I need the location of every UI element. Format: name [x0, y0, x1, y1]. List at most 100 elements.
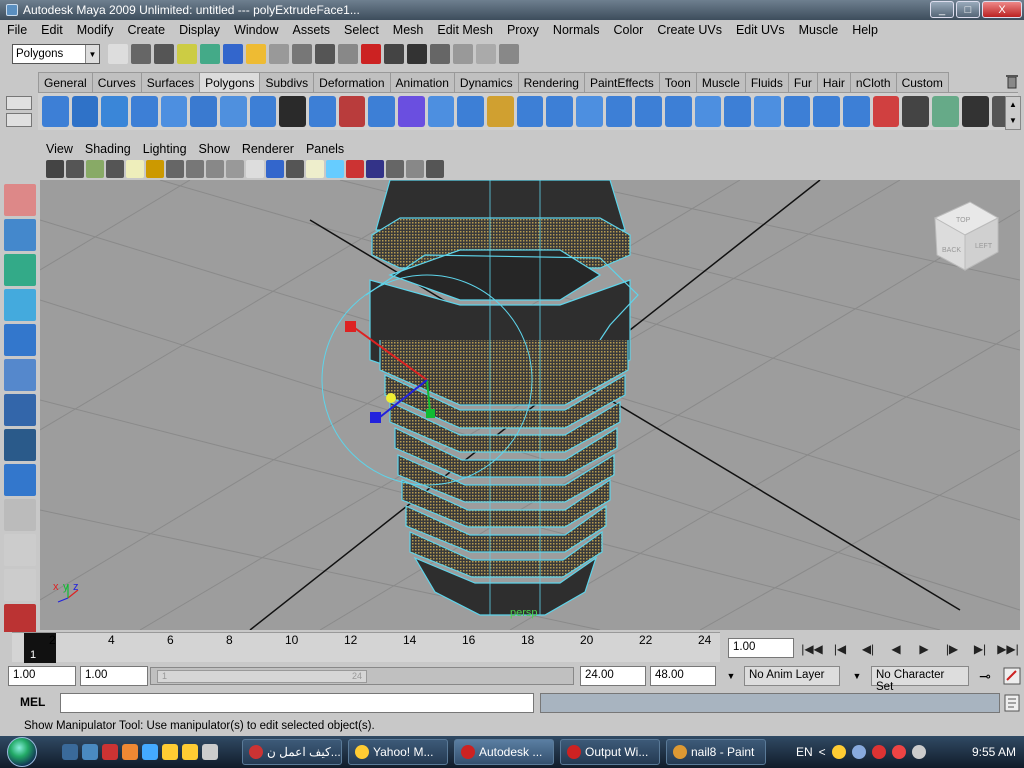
show-manipulator-icon[interactable]: [4, 429, 36, 461]
tab-hair[interactable]: Hair: [816, 72, 851, 93]
bridge-icon[interactable]: [724, 96, 752, 127]
new-scene-icon[interactable]: [108, 44, 128, 64]
menu-create-uvs[interactable]: Create UVs: [650, 20, 729, 40]
playback-start-field[interactable]: 1.00: [80, 666, 148, 686]
network-tray-icon[interactable]: [851, 745, 866, 759]
panel-menu-view[interactable]: View: [40, 142, 79, 156]
messenger-icon[interactable]: [182, 744, 198, 760]
go-to-end-button[interactable]: ▶▶|: [996, 638, 1020, 660]
explorer-icon[interactable]: [82, 744, 98, 760]
append-icon[interactable]: [754, 96, 781, 127]
four-view-layout-icon[interactable]: [4, 534, 36, 566]
render-settings-icon[interactable]: [430, 44, 450, 64]
universal-manipulator-icon[interactable]: [4, 359, 36, 391]
step-forward-frame-button[interactable]: ▶|: [968, 638, 992, 660]
anim-layer-dropdown[interactable]: No Anim Layer: [744, 666, 840, 686]
play-forwards-button[interactable]: ▶: [912, 638, 936, 660]
security-tray-icon[interactable]: [871, 745, 886, 759]
select-tool-icon[interactable]: [4, 149, 36, 181]
single-view-layout-icon[interactable]: [4, 499, 36, 531]
start-button[interactable]: [0, 736, 44, 768]
soft-mod-icon[interactable]: [4, 394, 36, 426]
tool-settings-icon[interactable]: [476, 44, 496, 64]
player-icon[interactable]: [162, 744, 178, 760]
volume-icon[interactable]: [911, 745, 926, 759]
menu-edit-uvs[interactable]: Edit UVs: [729, 20, 792, 40]
range-slider-handle[interactable]: 1 24: [157, 670, 367, 683]
panel-menu-lighting[interactable]: Lighting: [137, 142, 193, 156]
helix-icon[interactable]: [279, 96, 307, 127]
select-object-icon[interactable]: [200, 44, 220, 64]
save-scene-icon[interactable]: [154, 44, 174, 64]
2d-pan-icon[interactable]: [106, 160, 124, 178]
menu-muscle[interactable]: Muscle: [792, 20, 846, 40]
taskbar-button[interactable]: nail8 - Paint: [666, 739, 766, 765]
select-component-icon[interactable]: [223, 44, 243, 64]
fill-hole-icon[interactable]: [516, 96, 544, 127]
shadows-icon[interactable]: [306, 160, 324, 178]
triangulate-icon[interactable]: [605, 96, 633, 127]
menu-edit-mesh[interactable]: Edit Mesh: [430, 20, 500, 40]
shelf-menu-button[interactable]: [6, 96, 32, 110]
menu-display[interactable]: Display: [172, 20, 227, 40]
menu-select[interactable]: Select: [337, 20, 386, 40]
pipe-icon[interactable]: [249, 96, 277, 127]
tab-surfaces[interactable]: Surfaces: [140, 72, 201, 93]
wireframe-icon[interactable]: [206, 160, 224, 178]
chevron-down-icon[interactable]: ▼: [722, 666, 740, 686]
go-to-start-button[interactable]: |◀◀: [800, 638, 824, 660]
tab-rendering[interactable]: Rendering: [517, 72, 585, 93]
menu-file[interactable]: File: [0, 20, 34, 40]
view-cube[interactable]: TOP BACK LEFT: [933, 201, 1000, 271]
panel-menu-renderer[interactable]: Renderer: [236, 142, 300, 156]
lock-icon[interactable]: [246, 44, 266, 64]
media-icon[interactable]: [102, 744, 118, 760]
resolution-gate-icon[interactable]: [166, 160, 184, 178]
tab-fluids[interactable]: Fluids: [744, 72, 789, 93]
panel-menu-panels[interactable]: Panels: [300, 142, 350, 156]
mel-command-input[interactable]: [60, 693, 534, 713]
menu-proxy[interactable]: Proxy: [500, 20, 546, 40]
animation-preferences-icon[interactable]: [1003, 667, 1021, 685]
torus-icon[interactable]: [190, 96, 218, 127]
smooth-icon[interactable]: [398, 96, 425, 127]
animation-start-field[interactable]: 1.00: [8, 666, 76, 686]
split-icon[interactable]: [783, 96, 811, 127]
plane-icon[interactable]: [160, 96, 188, 127]
reduce-icon[interactable]: [576, 96, 603, 127]
menu-window[interactable]: Window: [227, 20, 285, 40]
menu-modify[interactable]: Modify: [70, 20, 121, 40]
combine-icon[interactable]: [309, 96, 336, 127]
uv-planar-icon[interactable]: [932, 96, 959, 127]
tab-toon[interactable]: Toon: [658, 72, 697, 93]
mel-label[interactable]: MEL: [20, 695, 45, 709]
tab-deformation[interactable]: Deformation: [313, 72, 391, 93]
history-icon[interactable]: [361, 44, 381, 64]
menu-edit[interactable]: Edit: [34, 20, 70, 40]
extrude-face-icon[interactable]: [665, 96, 692, 127]
tab-painteffects[interactable]: PaintEffects: [583, 72, 660, 93]
panel-menu-shading[interactable]: Shading: [79, 142, 137, 156]
uv-auto-icon[interactable]: [961, 96, 989, 127]
maximize-button[interactable]: □: [956, 1, 980, 18]
boolean-icon[interactable]: [427, 96, 455, 127]
tab-fur[interactable]: Fur: [787, 72, 818, 93]
panel-menu-show[interactable]: Show: [193, 142, 236, 156]
playback-end-field[interactable]: 24.00: [580, 666, 646, 686]
perspective-viewport[interactable]: TOP BACK LEFT x y z persp: [40, 180, 1020, 630]
camera-attributes-icon[interactable]: [46, 160, 64, 178]
average-icon[interactable]: [457, 96, 485, 127]
paint-select-icon[interactable]: [4, 219, 36, 251]
camera-bookmark-icon[interactable]: [66, 160, 84, 178]
open-scene-icon[interactable]: [131, 44, 151, 64]
mirror-icon[interactable]: [487, 96, 514, 127]
tab-subdivs[interactable]: Subdivs: [259, 72, 315, 93]
clock[interactable]: 9:55 AM: [972, 745, 1016, 759]
tab-ncloth[interactable]: nCloth: [849, 72, 897, 93]
lights-icon[interactable]: [286, 160, 304, 178]
quadrangulate-icon[interactable]: [635, 96, 663, 127]
character-set-dropdown[interactable]: No Character Set: [871, 666, 969, 693]
time-slider-bar[interactable]: 1 2 4 6 8 10 12 14 16 18 20 22 24: [12, 632, 720, 663]
show-hidden-icons-button[interactable]: <: [819, 745, 826, 759]
taskbar-button[interactable]: Output Wi...: [560, 739, 660, 765]
